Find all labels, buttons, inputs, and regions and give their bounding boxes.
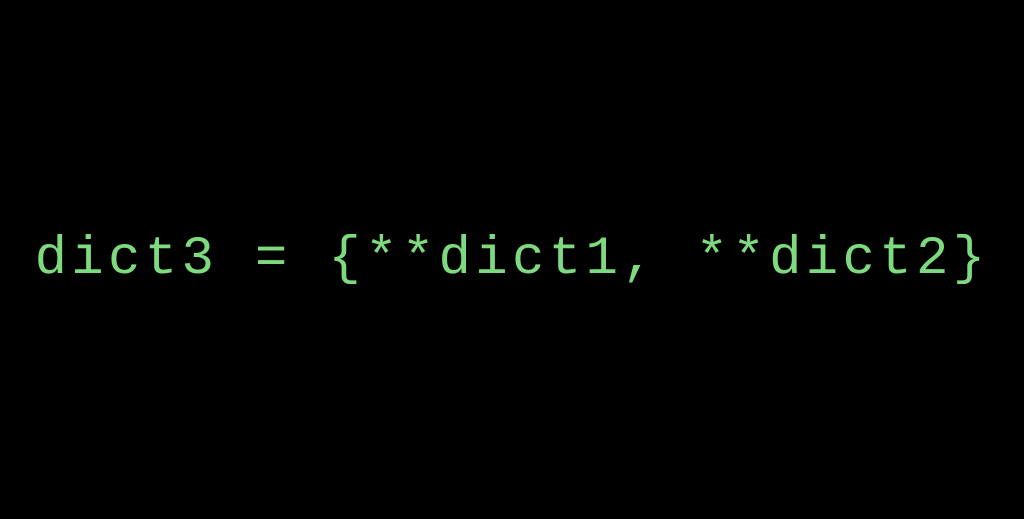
code-snippet: dict3 = {**dict1, **dict2} bbox=[35, 229, 990, 290]
